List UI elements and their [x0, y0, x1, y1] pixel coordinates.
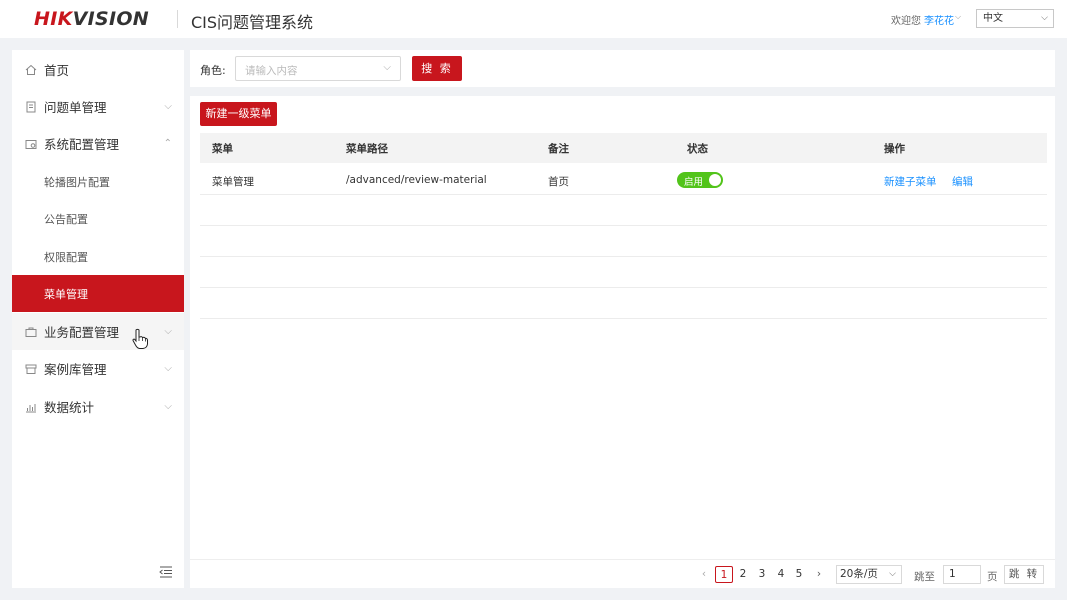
chevron-down-icon[interactable]: ⌵ [955, 12, 961, 22]
sidebar-item-label: 案例库管理 [44, 362, 107, 377]
page-4[interactable]: 4 [775, 566, 787, 583]
hikvision-logo[interactable]: HIKVISION [34, 8, 149, 30]
empty-table-row [200, 257, 1047, 288]
hand-cursor-icon [131, 328, 149, 350]
logo-text-main: HIK [34, 8, 73, 30]
column-header: 菜单路径 [346, 143, 388, 155]
status-toggle-label: 启用 [684, 177, 704, 188]
welcome-text: 欢迎您 [891, 16, 921, 27]
search-panel: 角色: 请输入内容 ⌵ 搜 索 [190, 50, 1055, 87]
sidebar-item-carousel-config[interactable]: 轮播图片配置 [12, 163, 184, 200]
sidebar-item-menu-management[interactable]: 菜单管理 [12, 275, 184, 312]
sidebar-item-label: 问题单管理 [44, 100, 107, 115]
sidebar-item-label: 权限配置 [44, 250, 88, 264]
cell-menu: 菜单管理 [212, 176, 254, 188]
chart-icon [25, 401, 37, 413]
new-top-menu-button[interactable]: 新建一级菜单 [200, 102, 277, 126]
chevron-down-icon: ⌵ [164, 363, 172, 374]
column-header: 备注 [548, 143, 569, 155]
sidebar-item-notice-config[interactable]: 公告配置 [12, 200, 184, 237]
empty-table-row [200, 288, 1047, 319]
empty-table-row [200, 226, 1047, 257]
page-unit-label: 页 [987, 571, 998, 583]
page-1[interactable]: 1 [715, 566, 733, 583]
sidebar-item-business-config[interactable]: 业务配置管理 ⌵ [12, 313, 184, 350]
chevron-down-icon: ⌵ [383, 62, 391, 73]
chevron-down-icon: ⌵ [164, 401, 172, 412]
chevron-up-icon: ⌃ [163, 138, 172, 149]
sidebar-item-label: 公告配置 [44, 212, 88, 226]
logo-text-accent: VISION [72, 8, 149, 30]
role-placeholder: 请输入内容 [245, 65, 298, 77]
chevron-down-icon: ⌵ [1041, 13, 1048, 23]
language-value: 中文 [983, 13, 1003, 24]
sidebar-item-system-config[interactable]: 系统配置管理 ⌃ [12, 125, 184, 162]
page-2[interactable]: 2 [737, 566, 749, 583]
page-5[interactable]: 5 [793, 566, 805, 583]
briefcase-icon [25, 326, 37, 338]
app-title: CIS问题管理系统 [191, 13, 314, 32]
column-header: 状态 [687, 143, 708, 155]
sidebar-item-label: 轮播图片配置 [44, 175, 110, 189]
jump-label: 跳至 [914, 571, 935, 583]
sidebar-item-label: 首页 [44, 63, 70, 78]
page-size-value: 20条/页 [840, 568, 878, 580]
header-divider [177, 10, 178, 28]
table-header: 菜单 菜单路径 备注 状态 操作 [200, 133, 1047, 163]
cell-path: /advanced/review-material [346, 174, 487, 186]
table-row: 菜单管理 /advanced/review-material 首页 启用 新建子… [200, 164, 1047, 195]
edit-link[interactable]: 编辑 [952, 174, 973, 189]
document-icon [25, 101, 37, 113]
user-menu[interactable]: 李花花 [924, 12, 954, 27]
pagination-bar: ‹ 1 2 3 4 5 › 20条/页 ⌵ 跳至 1 页 跳 转 [190, 559, 1055, 588]
language-select[interactable]: 中文 ⌵ [976, 9, 1054, 28]
page-size-select[interactable]: 20条/页 ⌵ [836, 565, 902, 584]
jump-page-input[interactable]: 1 [943, 565, 981, 584]
collapse-sidebar-icon[interactable] [159, 565, 173, 579]
prev-page-icon[interactable]: ‹ [698, 566, 710, 583]
next-page-icon[interactable]: › [813, 566, 825, 583]
sidebar-item-permission-config[interactable]: 权限配置 [12, 238, 184, 275]
top-header: HIKVISION CIS问题管理系统 欢迎您 李花花 ⌵ 中文 ⌵ [0, 0, 1067, 38]
sidebar: 首页 问题单管理 ⌵ 系统配置管理 ⌃ 轮播图片配置 公告配置 权限配置 菜单管… [12, 50, 184, 588]
sidebar-item-label: 菜单管理 [44, 287, 88, 301]
archive-icon [25, 363, 37, 375]
sidebar-item-label: 系统配置管理 [44, 137, 120, 152]
cell-note: 首页 [548, 176, 569, 188]
sidebar-item-label: 业务配置管理 [44, 325, 120, 340]
sidebar-item-label: 数据统计 [44, 400, 95, 415]
settings-folder-icon [25, 138, 37, 150]
home-icon [25, 64, 37, 76]
sidebar-item-home[interactable]: 首页 [12, 51, 184, 88]
column-header: 操作 [884, 143, 905, 155]
chevron-down-icon: ⌵ [164, 326, 172, 337]
new-submenu-link[interactable]: 新建子菜单 [884, 174, 937, 189]
search-button[interactable]: 搜 索 [412, 56, 462, 81]
page-3[interactable]: 3 [756, 566, 768, 583]
sidebar-item-issues[interactable]: 问题单管理 ⌵ [12, 88, 184, 125]
role-label: 角色: [200, 64, 226, 77]
column-header: 菜单 [212, 143, 233, 155]
status-toggle[interactable]: 启用 [677, 172, 723, 188]
chevron-down-icon: ⌵ [164, 101, 172, 112]
sidebar-item-statistics[interactable]: 数据统计 ⌵ [12, 388, 184, 425]
sidebar-item-case-library[interactable]: 案例库管理 ⌵ [12, 350, 184, 387]
main-panel: 新建一级菜单 菜单 菜单路径 备注 状态 操作 菜单管理 /advanced/r… [190, 96, 1055, 588]
chevron-down-icon: ⌵ [889, 569, 896, 579]
role-select[interactable]: 请输入内容 ⌵ [235, 56, 401, 81]
empty-table-row [200, 195, 1047, 226]
toggle-knob [709, 174, 721, 186]
jump-button[interactable]: 跳 转 [1004, 565, 1044, 584]
